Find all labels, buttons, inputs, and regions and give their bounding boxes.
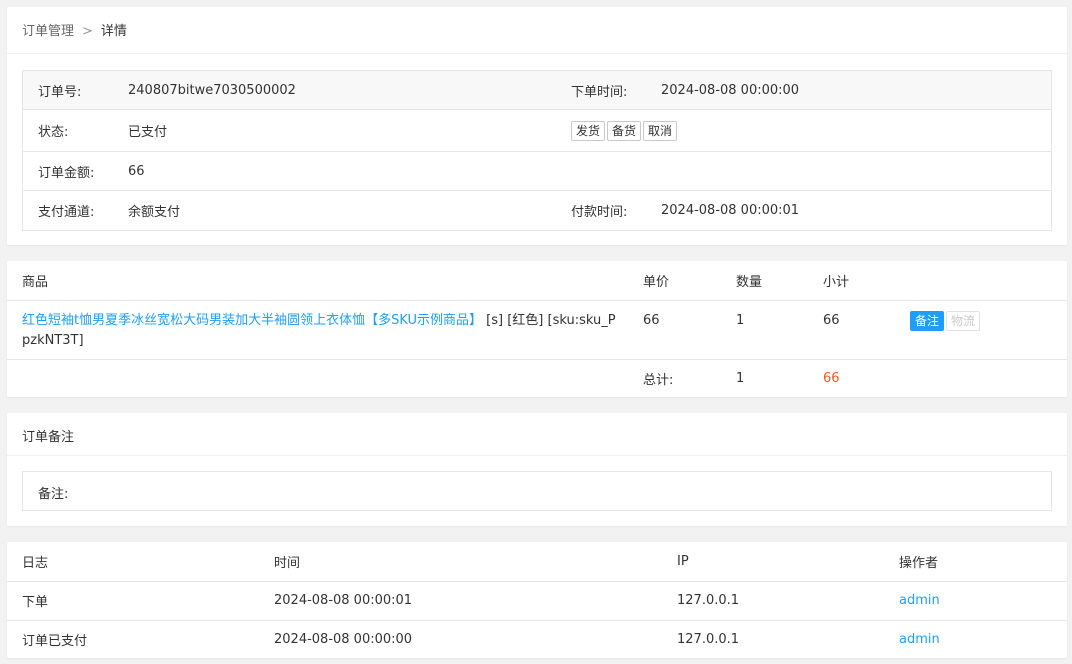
goods-header-qty: 数量 (736, 274, 763, 290)
goods-name-cell: 红色短袖t恤男夏季冰丝宽松大码男装加大半袖圆领上衣体恤【多SKU示例商品】 [s… (7, 300, 643, 359)
breadcrumb-current: 详情 (100, 24, 127, 39)
goods-total-spacer (7, 359, 643, 397)
goods-actions: 备注 物流 (910, 300, 1067, 359)
order-amount-label: 订单金额: (38, 165, 95, 181)
order-no-label: 订单号: (38, 84, 82, 100)
breadcrumb: 订单管理 > 详情 (7, 7, 1067, 54)
log-header-operator: 操作者 (899, 555, 939, 571)
goods-table: 商品 单价 数量 小计 红色短袖t恤男夏季冰丝宽松大码男装加大半袖圆领上衣体恤【… (7, 261, 1067, 397)
ship-button[interactable]: 发货 (571, 120, 606, 141)
goods-subtotal: 66 (823, 312, 840, 328)
remark-card: 订单备注 备注: (7, 413, 1067, 526)
log-event: 订单已支付 (22, 634, 88, 650)
pay-time-value: 2024-08-08 00:00:01 (661, 203, 800, 218)
pay-time-label: 付款时间: (571, 205, 628, 220)
remark-button[interactable]: 备注 (910, 310, 945, 331)
goods-header-actions (910, 261, 1067, 300)
table-row: 下单 2024-08-08 00:00:01 127.0.0.1 admin (7, 581, 1067, 620)
order-row-no: 订单号: 240807bitwe7030500002 下单时间: 2024-08… (23, 71, 1051, 110)
goods-total-amount: 66 (823, 370, 840, 386)
goods-header-name: 商品 (22, 274, 49, 290)
log-header-log: 日志 (22, 555, 49, 571)
goods-total-row: 总计: 1 66 (7, 359, 1067, 397)
log-header-row: 日志 时间 IP 操作者 (7, 542, 1067, 581)
goods-total-qty: 1 (736, 370, 745, 386)
order-row-channel: 支付通道: 余额支付 付款时间: 2024-08-08 00:00:01 (23, 191, 1051, 230)
breadcrumb-order-management[interactable]: 订单管理 (22, 24, 74, 39)
log-time: 2024-08-08 00:00:00 (274, 632, 413, 648)
log-operator-link[interactable]: admin (899, 593, 940, 608)
remark-box: 备注: (22, 471, 1052, 511)
log-event: 下单 (22, 595, 49, 610)
remark-title: 订单备注 (7, 413, 1067, 456)
log-time: 2024-08-08 00:00:01 (274, 593, 413, 608)
log-table: 日志 时间 IP 操作者 下单 2024-08-08 00:00:01 127.… (7, 542, 1067, 659)
table-row: 订单已支付 2024-08-08 00:00:00 127.0.0.1 admi… (7, 620, 1067, 659)
pay-channel-label: 支付通道: (38, 205, 95, 220)
order-amount-value: 66 (128, 163, 145, 179)
order-no-value: 240807bitwe7030500002 (128, 82, 296, 98)
goods-name-link[interactable]: 红色短袖t恤男夏季冰丝宽松大码男装加大半袖圆领上衣体恤【多SKU示例商品】 (22, 313, 482, 328)
goods-card: 商品 单价 数量 小计 红色短袖t恤男夏季冰丝宽松大码男装加大半袖圆领上衣体恤【… (7, 261, 1067, 397)
log-card: 日志 时间 IP 操作者 下单 2024-08-08 00:00:01 127.… (7, 542, 1067, 658)
log-operator-link[interactable]: admin (899, 632, 940, 647)
pay-channel-value: 余额支付 (128, 205, 181, 220)
goods-total-label: 总计: (643, 372, 674, 388)
logistics-button[interactable]: 物流 (946, 310, 981, 331)
breadcrumb-separator: > (82, 24, 93, 39)
log-ip: 127.0.0.1 (677, 593, 740, 608)
goods-header-price: 单价 (643, 274, 670, 290)
log-header-time: 时间 (274, 555, 301, 571)
order-time-label: 下单时间: (571, 84, 628, 100)
prepare-button[interactable]: 备货 (607, 120, 642, 141)
goods-header-subtotal: 小计 (823, 274, 850, 290)
remark-label: 备注: (38, 487, 69, 502)
order-info-card: 订单管理 > 详情 订单号: 240807bitwe7030500002 下单时间:… (7, 7, 1067, 245)
order-row-amount: 订单金额: 66 (23, 152, 1051, 191)
goods-header-row: 商品 单价 数量 小计 (7, 261, 1067, 300)
order-actions: 发货 备货 取消 (571, 120, 679, 141)
goods-price: 66 (643, 312, 660, 328)
order-info-table: 订单号: 240807bitwe7030500002 下单时间: 2024-08… (22, 70, 1052, 231)
table-row: 红色短袖t恤男夏季冰丝宽松大码男装加大半袖圆领上衣体恤【多SKU示例商品】 [s… (7, 300, 1067, 359)
order-status-label: 状态: (38, 125, 69, 140)
order-time-value: 2024-08-08 00:00:00 (661, 82, 800, 98)
goods-qty: 1 (736, 312, 745, 328)
log-ip: 127.0.0.1 (677, 632, 740, 648)
goods-total-empty (910, 359, 1067, 397)
order-row-status: 状态: 已支付 发货 备货 取消 (23, 110, 1051, 152)
order-status-value: 已支付 (128, 125, 168, 140)
log-header-ip: IP (677, 553, 689, 569)
cancel-button[interactable]: 取消 (643, 120, 678, 141)
